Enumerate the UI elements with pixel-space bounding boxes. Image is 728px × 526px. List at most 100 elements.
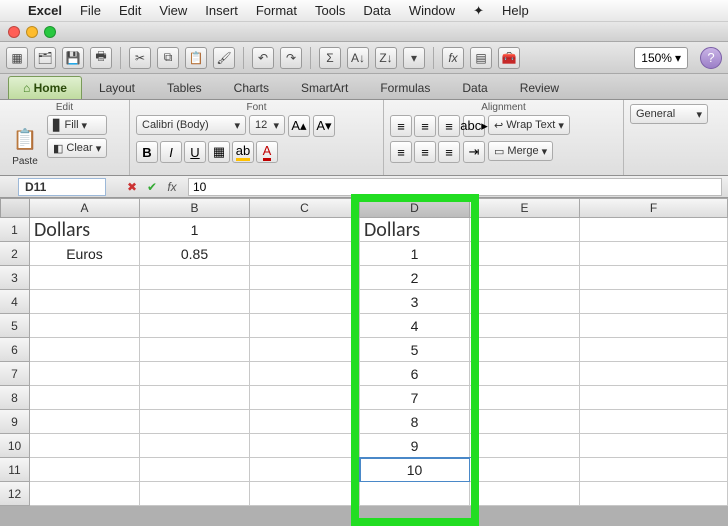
cell-A8[interactable]: [30, 386, 140, 410]
fx-button[interactable]: fx: [442, 47, 464, 69]
cell-C6[interactable]: [250, 338, 360, 362]
cell-E3[interactable]: [470, 266, 580, 290]
paste-big-button[interactable]: 📋Paste: [6, 115, 44, 167]
cell-C4[interactable]: [250, 290, 360, 314]
select-all-corner[interactable]: [0, 198, 30, 218]
help-button[interactable]: ?: [700, 47, 722, 69]
col-header-C[interactable]: C: [250, 198, 360, 218]
open-button[interactable]: 🗂: [34, 47, 56, 69]
fx-formula-button[interactable]: fx: [162, 177, 182, 197]
cell-B5[interactable]: [140, 314, 250, 338]
cell-B12[interactable]: [140, 482, 250, 506]
format-painter-button[interactable]: 🖌: [213, 47, 235, 69]
border-button[interactable]: ▦: [208, 141, 230, 163]
cell-B8[interactable]: [140, 386, 250, 410]
cell-A3[interactable]: [30, 266, 140, 290]
accept-formula-button[interactable]: ✔: [142, 177, 162, 197]
cell-E12[interactable]: [470, 482, 580, 506]
menu-script-icon[interactable]: ✦: [473, 3, 484, 19]
cell-A7[interactable]: [30, 362, 140, 386]
cell-C3[interactable]: [250, 266, 360, 290]
cell-D6[interactable]: 5: [360, 338, 470, 362]
row-header-1[interactable]: 1: [0, 218, 30, 242]
font-size-select[interactable]: 12▾: [249, 115, 285, 135]
cell-D4[interactable]: 3: [360, 290, 470, 314]
tab-home[interactable]: Home: [8, 76, 82, 99]
merge-button[interactable]: ▭Merge▾: [488, 141, 553, 161]
row-header-3[interactable]: 3: [0, 266, 30, 290]
cell-C7[interactable]: [250, 362, 360, 386]
cell-B4[interactable]: [140, 290, 250, 314]
indent-button[interactable]: ⇥: [463, 141, 485, 163]
cell-F2[interactable]: [580, 242, 728, 266]
row-header-7[interactable]: 7: [0, 362, 30, 386]
orientation-button[interactable]: abc▸: [463, 115, 485, 137]
italic-button[interactable]: I: [160, 141, 182, 163]
fill-color-button[interactable]: ab: [232, 141, 254, 163]
redo-button[interactable]: ↷: [280, 47, 302, 69]
row-header-6[interactable]: 6: [0, 338, 30, 362]
sort-desc-button[interactable]: Z↓: [375, 47, 397, 69]
cell-B9[interactable]: [140, 410, 250, 434]
cell-D5[interactable]: 4: [360, 314, 470, 338]
menu-tools[interactable]: Tools: [315, 3, 345, 18]
row-header-11[interactable]: 11: [0, 458, 30, 482]
cell-D10[interactable]: 9: [360, 434, 470, 458]
cell-B6[interactable]: [140, 338, 250, 362]
tab-data[interactable]: Data: [447, 76, 502, 99]
cell-B7[interactable]: [140, 362, 250, 386]
tab-formulas[interactable]: Formulas: [365, 76, 445, 99]
cell-A9[interactable]: [30, 410, 140, 434]
app-menu[interactable]: Excel: [28, 3, 62, 18]
cell-F12[interactable]: [580, 482, 728, 506]
menu-window[interactable]: Window: [409, 3, 455, 18]
row-header-9[interactable]: 9: [0, 410, 30, 434]
zoom-select[interactable]: 150%▾: [634, 47, 688, 69]
cell-A4[interactable]: [30, 290, 140, 314]
toolbox-button[interactable]: 🧰: [498, 47, 520, 69]
cell-D1[interactable]: Dollars: [360, 218, 470, 242]
col-header-E[interactable]: E: [470, 198, 580, 218]
cell-A6[interactable]: [30, 338, 140, 362]
cell-C12[interactable]: [250, 482, 360, 506]
cell-A1[interactable]: Dollars: [30, 218, 140, 242]
cell-C9[interactable]: [250, 410, 360, 434]
cell-C5[interactable]: [250, 314, 360, 338]
col-header-B[interactable]: B: [140, 198, 250, 218]
align-left-button[interactable]: ≡: [390, 141, 412, 163]
font-color-button[interactable]: A: [256, 141, 278, 163]
cell-F4[interactable]: [580, 290, 728, 314]
row-header-10[interactable]: 10: [0, 434, 30, 458]
cell-F6[interactable]: [580, 338, 728, 362]
cell-F1[interactable]: [580, 218, 728, 242]
row-header-4[interactable]: 4: [0, 290, 30, 314]
cell-E10[interactable]: [470, 434, 580, 458]
cell-F8[interactable]: [580, 386, 728, 410]
cut-button[interactable]: ✂: [129, 47, 151, 69]
cell-E4[interactable]: [470, 290, 580, 314]
col-header-A[interactable]: A: [30, 198, 140, 218]
name-box[interactable]: D11: [18, 178, 106, 196]
sort-asc-button[interactable]: A↓: [347, 47, 369, 69]
number-format-select[interactable]: General▾: [630, 104, 708, 124]
cell-D2[interactable]: 1: [360, 242, 470, 266]
undo-button[interactable]: ↶: [252, 47, 274, 69]
increase-font-button[interactable]: A▴: [288, 115, 310, 137]
window-close-button[interactable]: [8, 26, 20, 38]
cell-F9[interactable]: [580, 410, 728, 434]
tab-tables[interactable]: Tables: [152, 76, 217, 99]
cell-B11[interactable]: [140, 458, 250, 482]
cell-B10[interactable]: [140, 434, 250, 458]
new-workbook-button[interactable]: ▦: [6, 47, 28, 69]
cell-E2[interactable]: [470, 242, 580, 266]
tab-charts[interactable]: Charts: [219, 76, 284, 99]
decrease-font-button[interactable]: A▾: [313, 115, 335, 137]
copy-button[interactable]: ⧉: [157, 47, 179, 69]
paste-button[interactable]: 📋: [185, 47, 207, 69]
fill-button[interactable]: ▊Fill▾: [47, 115, 107, 135]
cell-B2[interactable]: 0.85: [140, 242, 250, 266]
tab-smartart[interactable]: SmartArt: [286, 76, 363, 99]
clear-button[interactable]: ◧Clear▾: [47, 138, 107, 158]
cell-C8[interactable]: [250, 386, 360, 410]
show-formulas-button[interactable]: ▤: [470, 47, 492, 69]
